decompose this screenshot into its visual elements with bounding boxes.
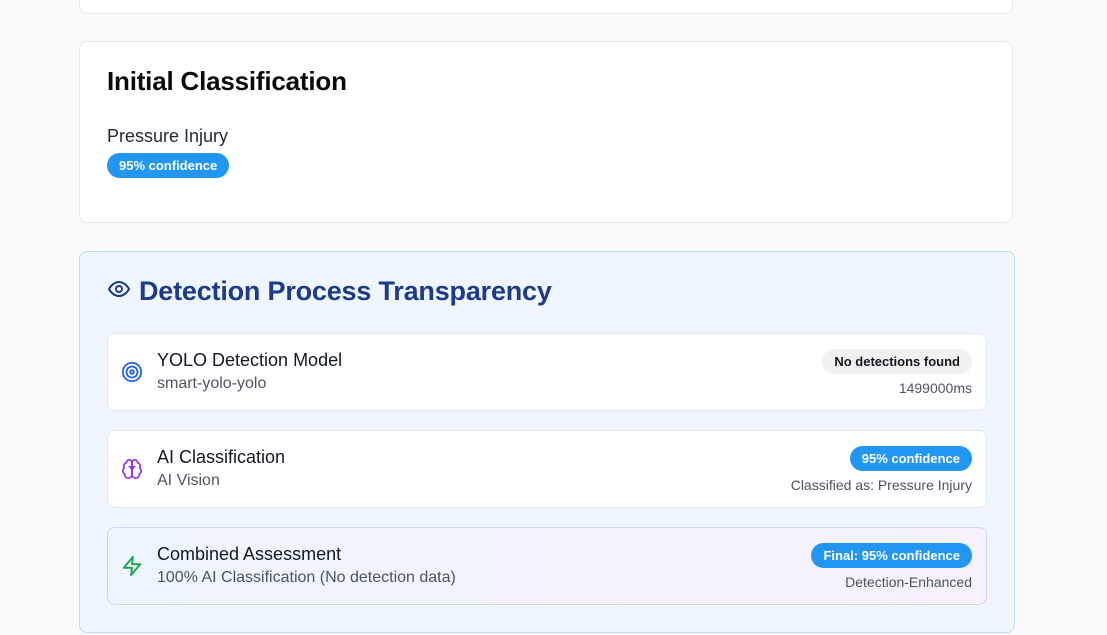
row-status: No detections found 1499000ms: [822, 349, 972, 396]
yolo-detection-row: YOLO Detection Model smart-yolo-yolo No …: [107, 333, 987, 411]
lightning-icon: [121, 555, 143, 577]
transparency-title: Detection Process Transparency: [139, 276, 552, 306]
previous-card: [79, 0, 1013, 14]
confidence-badge: 95% confidence: [849, 446, 972, 471]
detection-transparency-panel: Detection Process Transparency YOLO Dete…: [79, 251, 1015, 633]
row-meta: Classified as: Pressure Injury: [790, 477, 972, 493]
final-confidence-badge: Final: 95% confidence: [811, 543, 972, 568]
row-status: 95% confidence Classified as: Pressure I…: [791, 446, 972, 493]
classification-label: Pressure Injury: [107, 126, 229, 146]
target-icon: [121, 361, 143, 383]
row-meta: 1499000ms: [898, 380, 972, 396]
row-subtitle: AI Vision: [157, 472, 220, 489]
brain-icon: [121, 458, 143, 480]
ai-classification-row: AI Classification AI Vision 95% confiden…: [107, 430, 987, 508]
combined-assessment-row: Combined Assessment 100% AI Classificati…: [107, 527, 987, 605]
row-name: AI Classification: [157, 447, 286, 467]
initial-classification-card: Initial Classification Pressure Injury 9…: [79, 41, 1013, 223]
row-subtitle: 100% AI Classification (No detection dat…: [157, 569, 456, 586]
row-meta: Detection-Enhanced: [845, 574, 972, 590]
row-status: Final: 95% confidence Detection-Enhanced: [811, 543, 972, 590]
confidence-badge: 95% confidence: [107, 153, 230, 178]
initial-classification-title: Initial Classification: [107, 66, 347, 96]
row-subtitle: smart-yolo-yolo: [157, 375, 267, 392]
transparency-header: Detection Process Transparency: [107, 276, 552, 307]
row-name: Combined Assessment: [157, 544, 342, 564]
status-badge: No detections found: [822, 349, 972, 374]
row-name: YOLO Detection Model: [157, 350, 343, 370]
eye-icon: [107, 277, 131, 306]
